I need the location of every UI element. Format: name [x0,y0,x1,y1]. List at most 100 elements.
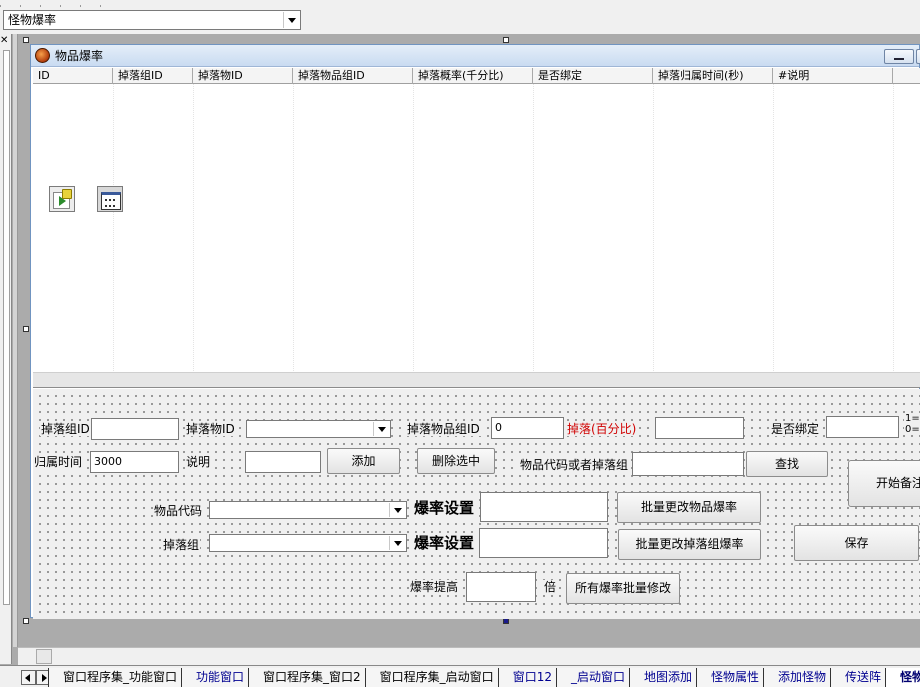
chevron-down-icon[interactable] [389,536,405,550]
owner-time-label: 归属时间 [33,455,84,469]
form-window[interactable]: 物品爆率 ID 掉落组ID 掉落物ID 掉落物品组ID 掉落概率(千分比) 是否… [30,44,920,619]
close-icon[interactable]: ✕ [0,36,10,46]
item-code-combo[interactable] [209,501,407,519]
resize-handle[interactable] [23,37,29,43]
drop-item-group-id-label: 掉落物品组ID [406,422,481,436]
document-tab[interactable]: 添加怪物 [763,668,837,687]
grid-footer-band [33,372,920,387]
grid-column-divider [773,84,774,387]
designer-horizontal-scrollbar[interactable] [18,647,920,665]
grid-column-owner-time[interactable]: 掉落归属时间(秒) [653,68,773,84]
grid-column-drop-item-id[interactable]: 掉落物ID [193,68,293,84]
document-tab[interactable]: 地图添加 [628,668,702,687]
ide-toolbar-icons [0,0,150,7]
grid-column-divider [413,84,414,387]
times-label: 倍 [543,580,558,594]
toolbar-icon[interactable] [80,5,90,7]
grid-column-divider [893,84,894,387]
save-button[interactable]: 保存 [794,525,919,561]
resize-handle[interactable] [23,326,29,332]
import-component-icon[interactable] [49,186,75,212]
grid-header: ID 掉落组ID 掉落物ID 掉落物品组ID 掉落概率(千分比) 是否绑定 掉落… [33,68,920,84]
minimize-button[interactable] [884,49,914,64]
drop-percent-input[interactable] [655,417,744,439]
drop-item-id-label: 掉落物ID [185,422,236,436]
description-label: 说明 [185,455,212,469]
document-tab[interactable]: 怪物属性 [696,668,770,687]
ide-toolbar-area: 怪物爆率 [0,0,920,34]
toolbar-icon[interactable] [40,5,50,7]
grid-column-is-bound[interactable]: 是否绑定 [533,68,653,84]
grid-column-divider [193,84,194,387]
drop-group-combo[interactable] [209,534,407,552]
drop-group-label: 掉落组 [162,538,201,552]
document-tab[interactable]: _启动窗口 [555,668,635,687]
toolbar-icon[interactable] [60,5,70,7]
grid-column-divider [113,84,114,387]
document-tab[interactable]: 窗口程序集_功能窗口 [48,668,188,687]
is-bound-label: 是否绑定 [770,422,821,436]
tab-scroll-left-icon[interactable] [21,670,36,685]
drop-item-id-combo[interactable] [246,420,391,438]
group-rate-input[interactable] [479,528,608,558]
document-tab[interactable]: 怪物爆率 [885,668,920,687]
document-tab[interactable]: 窗口程序集_启动窗口 [364,668,504,687]
owner-time-input[interactable]: 3000 [90,451,179,473]
form-selector-dropdown[interactable]: 怪物爆率 [3,10,301,30]
document-tabs-bar: 窗口程序集_功能窗口 功能窗口 窗口程序集_窗口2 窗口程序集_启动窗口 窗口12 _启动… [0,665,920,687]
maximize-button[interactable] [916,49,920,64]
drop-percent-label: 掉落(百分比) [566,422,638,436]
grid-column-drop-group-id[interactable]: 掉落组ID [113,68,193,84]
add-button[interactable]: 添加 [327,448,400,474]
item-code-or-group-label: 物品代码或者掉落组 [519,458,630,472]
grid-column-divider [293,84,294,387]
grid-column-description[interactable]: #说明 [773,68,893,84]
chevron-down-icon[interactable] [389,503,405,517]
item-code-label: 物品代码 [153,504,204,518]
window-component-icon[interactable] [97,186,123,212]
delete-selected-button[interactable]: 删除选中 [417,448,495,474]
toolbar-icon[interactable] [100,5,110,7]
form-title: 物品爆率 [55,49,104,63]
drop-rate-grid[interactable]: ID 掉落组ID 掉落物ID 掉落物品组ID 掉落概率(千分比) 是否绑定 掉落… [33,68,920,388]
resize-handle[interactable] [503,37,509,43]
bind-note-line1: 1=绑 [904,413,920,424]
scrollbar-thumb[interactable] [36,649,52,664]
drop-group-id-input[interactable] [91,418,179,440]
left-panel-scrollbar[interactable] [3,50,10,605]
control-panel: 掉落组ID 掉落物ID 掉落物品组ID 0 掉落(百分比) 是否绑定 1=绑 0… [33,389,920,619]
rate-increase-label: 爆率提高 [409,580,460,594]
chevron-down-icon[interactable] [283,12,299,28]
document-tabs: 窗口程序集_功能窗口 功能窗口 窗口程序集_窗口2 窗口程序集_启动窗口 窗口12 _启动… [48,668,920,687]
batch-modify-all-rates-button[interactable]: 所有爆率批量修改 [566,573,680,604]
chevron-down-icon[interactable] [373,422,389,436]
toolbar-icon[interactable] [0,5,10,7]
rate-setting-label: 爆率设置 [413,534,476,552]
rate-setting-label: 爆率设置 [413,499,476,517]
form-title-bar[interactable]: 物品爆率 [31,45,920,67]
grid-column-id[interactable]: ID [33,68,113,84]
is-bound-input[interactable] [826,416,899,438]
toolbar-icon[interactable] [20,5,30,7]
resize-handle[interactable] [23,618,29,624]
item-rate-input[interactable] [480,492,608,522]
rate-multiplier-input[interactable] [466,572,536,602]
drop-item-group-id-input[interactable]: 0 [491,417,564,439]
batch-change-group-rate-button[interactable]: 批量更改掉落组爆率 [618,529,761,560]
start-backup-button[interactable]: 开始备注 [848,460,920,507]
document-tab[interactable]: 传送阵 [830,668,892,687]
bind-note-line2: 0=无 [904,424,920,435]
document-tab[interactable]: 窗口程序集_窗口2 [248,668,371,687]
search-code-input[interactable] [632,452,744,476]
document-tab[interactable]: 窗口12 [497,668,562,687]
grid-column-drop-item-group-id[interactable]: 掉落物品组ID [293,68,413,84]
grid-column-divider [653,84,654,387]
find-button[interactable]: 查找 [746,451,828,477]
form-selector-value: 怪物爆率 [8,13,57,27]
drop-group-id-label: 掉落组ID [40,422,91,436]
grid-column-drop-probability[interactable]: 掉落概率(千分比) [413,68,533,84]
document-tab[interactable]: 功能窗口 [181,668,255,687]
grid-column-divider [533,84,534,387]
description-input[interactable] [245,451,321,473]
batch-change-item-rate-button[interactable]: 批量更改物品爆率 [617,492,761,523]
